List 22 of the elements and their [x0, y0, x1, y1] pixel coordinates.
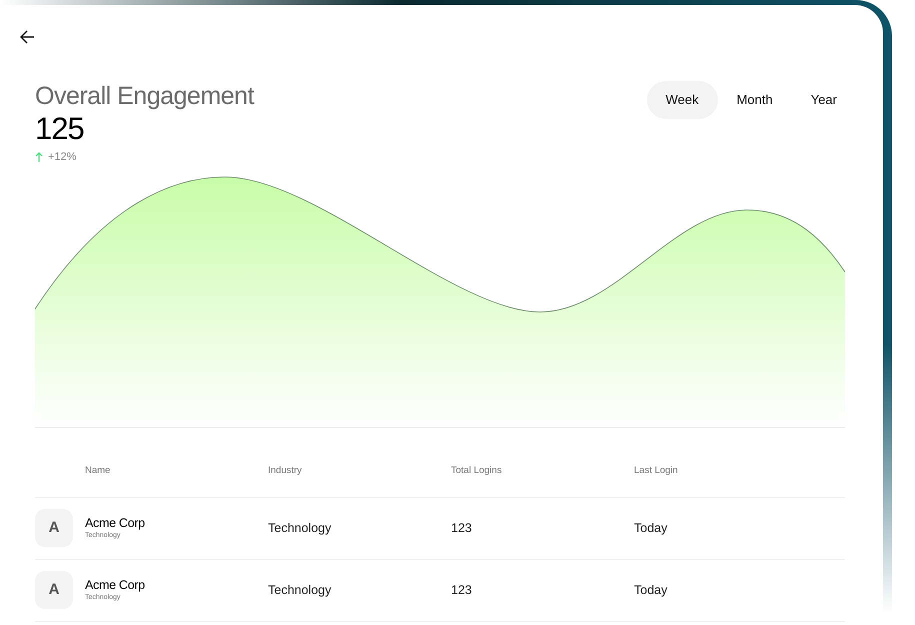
back-arrow-icon[interactable]: [20, 30, 35, 44]
column-header: Total Logins: [451, 464, 502, 478]
up-arrow-icon: [35, 152, 43, 162]
column-header: Industry: [268, 464, 302, 478]
change-percent: +12%: [48, 150, 76, 165]
table-cell-text: 123: [451, 582, 472, 599]
column-header: Name: [85, 464, 110, 478]
avatar: A: [35, 509, 73, 547]
period-tab[interactable]: Year: [792, 81, 856, 119]
table-cell-text: Technology: [268, 520, 332, 537]
company-name: Acme Corp: [85, 516, 145, 530]
column-header: Last Login: [634, 464, 678, 478]
engagement-value: 125: [35, 111, 85, 147]
table-cell-text: Today: [634, 520, 668, 537]
avatar: A: [35, 571, 73, 609]
table-cell-text: 123: [451, 520, 472, 537]
table-cell-text: Today: [634, 582, 668, 599]
period-tab[interactable]: Month: [718, 81, 792, 119]
page-title: Overall Engagement: [35, 81, 254, 111]
period-tab[interactable]: Week: [646, 81, 718, 119]
company-name: Acme Corp: [85, 578, 145, 592]
table-cell-text: Technology: [268, 582, 332, 599]
